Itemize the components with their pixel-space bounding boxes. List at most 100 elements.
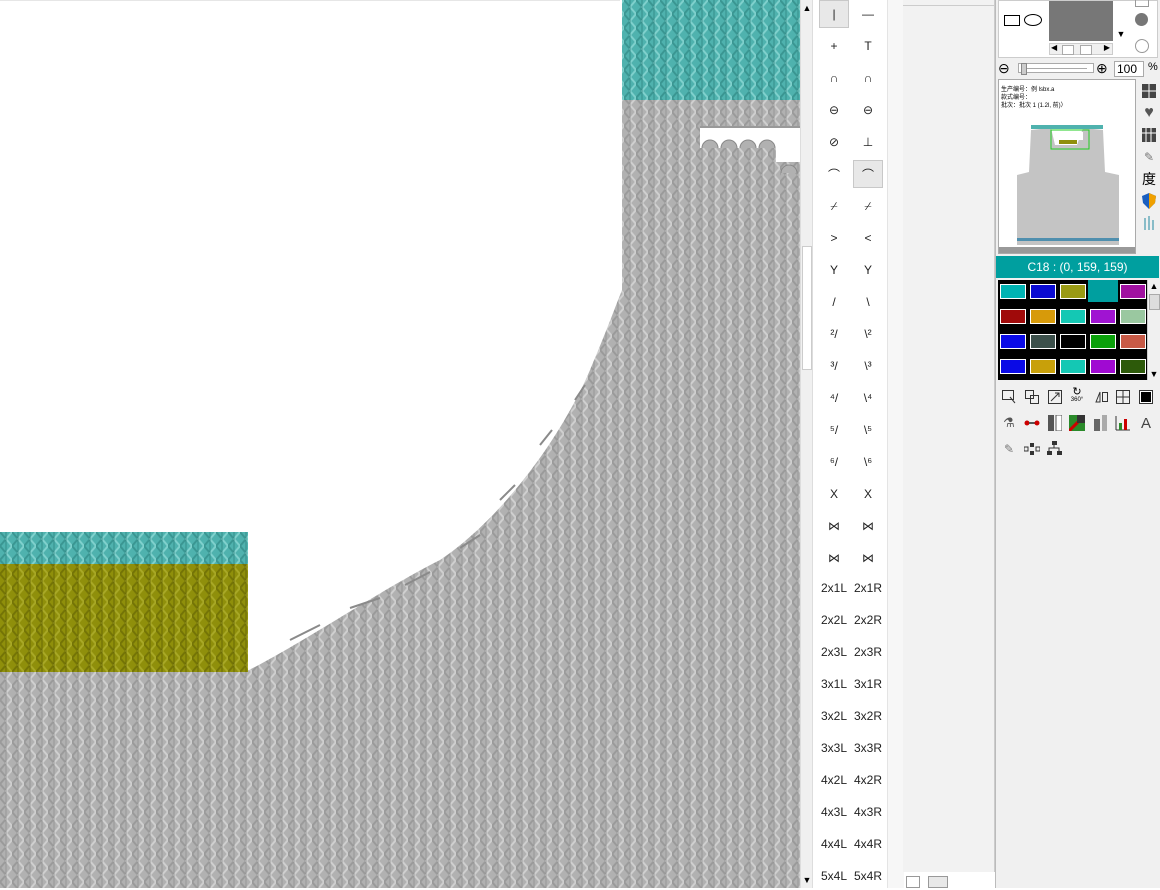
stitch-tool-26-left[interactable]: 4x4L xyxy=(819,830,849,858)
color-swatch[interactable] xyxy=(1030,359,1056,374)
shield-icon[interactable] xyxy=(1140,192,1158,210)
select-icon[interactable] xyxy=(1000,388,1018,406)
stitch-tool-4-right[interactable]: ⊥ xyxy=(853,128,883,156)
stitch-tool-8-left[interactable]: Y xyxy=(819,256,849,284)
stitch-tool-21-left[interactable]: 3x1L xyxy=(819,670,849,698)
zoom-slider[interactable] xyxy=(1018,63,1094,75)
bars-icon[interactable] xyxy=(1140,214,1158,232)
stitch-tool-9-left[interactable]: / xyxy=(819,288,849,316)
stitch-tool-0-left[interactable]: | xyxy=(819,0,849,28)
stitch-tool-11-left[interactable]: ³/ xyxy=(819,352,849,380)
color-swatch[interactable] xyxy=(1000,334,1026,349)
stitch-tool-21-right[interactable]: 3x1R xyxy=(853,670,883,698)
color-swatch[interactable] xyxy=(1090,309,1116,324)
preview-panel[interactable]: 生产编号：例 lsbx.a 款式编号： 批次：批次 1 (1.2l, 前)） xyxy=(998,79,1136,254)
stitch-tool-6-right[interactable]: ⌿ xyxy=(853,192,883,220)
stitch-tool-22-left[interactable]: 3x2L xyxy=(819,702,849,730)
measure-icon[interactable] xyxy=(1092,414,1110,432)
color-swatch[interactable] xyxy=(1120,334,1146,349)
split-icon[interactable] xyxy=(1114,388,1132,406)
hollow-square-icon[interactable] xyxy=(1135,0,1149,7)
scroll-thumb[interactable] xyxy=(802,246,812,370)
copy-icon[interactable] xyxy=(1023,388,1041,406)
stitch-tool-20-right[interactable]: 2x3R xyxy=(853,638,883,666)
fill-black-icon[interactable] xyxy=(1137,388,1155,406)
link-icon[interactable] xyxy=(1023,414,1041,432)
degree-icon[interactable]: 度 xyxy=(1140,170,1158,188)
stitch-tool-10-left[interactable]: ²/ xyxy=(819,320,849,348)
color-swatch[interactable] xyxy=(1030,309,1056,324)
stitch-tool-20-left[interactable]: 2x3L xyxy=(819,638,849,666)
palette-scroll-thumb[interactable] xyxy=(1149,294,1160,310)
stitch-tool-15-left[interactable]: X xyxy=(819,480,849,508)
stitch-tool-2-left[interactable]: ∩ xyxy=(819,64,849,92)
palette-scroll-down[interactable]: ▼ xyxy=(1148,368,1160,380)
rectangle-icon[interactable] xyxy=(1004,15,1020,26)
page-tab-icon-2[interactable] xyxy=(928,876,948,888)
paint-icon[interactable]: ⚗ xyxy=(1000,414,1018,432)
page-tab-icon[interactable] xyxy=(906,876,920,888)
stitch-tool-1-right[interactable]: T xyxy=(853,32,883,60)
stitch-tool-19-left[interactable]: 2x2L xyxy=(819,606,849,634)
color-swatch[interactable] xyxy=(1120,359,1146,374)
color-swatch[interactable] xyxy=(1060,359,1086,374)
tree-icon[interactable] xyxy=(1046,440,1064,458)
heart-icon[interactable]: ♥ xyxy=(1140,104,1158,122)
stitch-tool-8-right[interactable]: Y xyxy=(853,256,883,284)
stitch-tool-7-right[interactable]: < xyxy=(853,224,883,252)
knit-canvas[interactable] xyxy=(0,0,800,888)
stitch-tool-18-left[interactable]: 2x1L xyxy=(819,574,849,602)
column-icon[interactable] xyxy=(1046,414,1064,432)
color-swatch[interactable] xyxy=(1120,284,1146,299)
preview-hscroll[interactable] xyxy=(999,247,1135,253)
rotate-icon[interactable]: ↻ 360° xyxy=(1068,386,1086,404)
stitch-tool-10-right[interactable]: \² xyxy=(853,320,883,348)
stitch-tool-2-right[interactable]: ∩ xyxy=(853,64,883,92)
stitch-tool-24-left[interactable]: 4x2L xyxy=(819,766,849,794)
stitch-tool-5-left[interactable]: ⌒ xyxy=(819,160,849,188)
stitch-tool-3-left[interactable]: ⊖ xyxy=(819,96,849,124)
color-swatch[interactable] xyxy=(1090,334,1116,349)
table-icon[interactable] xyxy=(1140,126,1158,144)
stitch-tool-14-right[interactable]: \⁶ xyxy=(853,448,883,476)
stitch-tool-27-left[interactable]: 5x4L xyxy=(819,862,849,890)
palette-scrollbar[interactable]: ▲ ▼ xyxy=(1147,280,1160,380)
stitch-tool-23-left[interactable]: 3x3L xyxy=(819,734,849,762)
resize-icon[interactable] xyxy=(1046,388,1064,406)
zoom-value[interactable]: 100 xyxy=(1114,61,1144,77)
zoom-slider-thumb[interactable] xyxy=(1021,63,1027,75)
tool-scroll-track[interactable] xyxy=(887,0,904,888)
stitch-tool-23-right[interactable]: 3x3R xyxy=(853,734,883,762)
stitch-tool-14-left[interactable]: ⁶/ xyxy=(819,448,849,476)
stitch-tool-25-left[interactable]: 4x3L xyxy=(819,798,849,826)
stitch-tool-27-right[interactable]: 5x4R xyxy=(853,862,883,890)
stitch-tool-5-right[interactable]: ⌒ xyxy=(853,160,883,188)
stitch-tool-6-left[interactable]: ⌿ xyxy=(819,192,849,220)
text-icon[interactable]: A xyxy=(1137,414,1155,432)
stitch-tool-0-right[interactable]: — xyxy=(853,0,883,28)
stitch-tool-18-right[interactable]: 2x1R xyxy=(853,574,883,602)
color-swatch[interactable] xyxy=(1000,359,1026,374)
stitch-tool-11-right[interactable]: \³ xyxy=(853,352,883,380)
stitch-tool-12-left[interactable]: ⁴/ xyxy=(819,384,849,412)
palette-scroll-up[interactable]: ▲ xyxy=(1148,280,1160,292)
stitch-tool-7-left[interactable]: > xyxy=(819,224,849,252)
color-swatch[interactable] xyxy=(1000,309,1026,324)
color-swatch[interactable] xyxy=(1060,334,1086,349)
stitch-tool-1-left[interactable]: + xyxy=(819,32,849,60)
stitch-tool-13-left[interactable]: ⁵/ xyxy=(819,416,849,444)
color-swatch[interactable] xyxy=(1060,309,1086,324)
color-swatch[interactable] xyxy=(1088,280,1118,302)
stitch-tool-3-right[interactable]: ⊖ xyxy=(853,96,883,124)
grid-icon[interactable] xyxy=(1140,82,1158,100)
stitch-tool-19-right[interactable]: 2x2R xyxy=(853,606,883,634)
stitch-tool-17-right[interactable]: ⋈ xyxy=(853,544,883,572)
slash-icon[interactable] xyxy=(1068,414,1086,432)
stitch-tool-22-right[interactable]: 3x2R xyxy=(853,702,883,730)
stitch-tool-16-right[interactable]: ⋈ xyxy=(853,512,883,540)
filled-circle-icon[interactable] xyxy=(1135,13,1148,26)
color-swatch[interactable] xyxy=(1120,309,1146,324)
stitch-tool-16-left[interactable]: ⋈ xyxy=(819,512,849,540)
chart-icon[interactable] xyxy=(1114,414,1132,432)
stitch-tool-15-right[interactable]: X xyxy=(853,480,883,508)
